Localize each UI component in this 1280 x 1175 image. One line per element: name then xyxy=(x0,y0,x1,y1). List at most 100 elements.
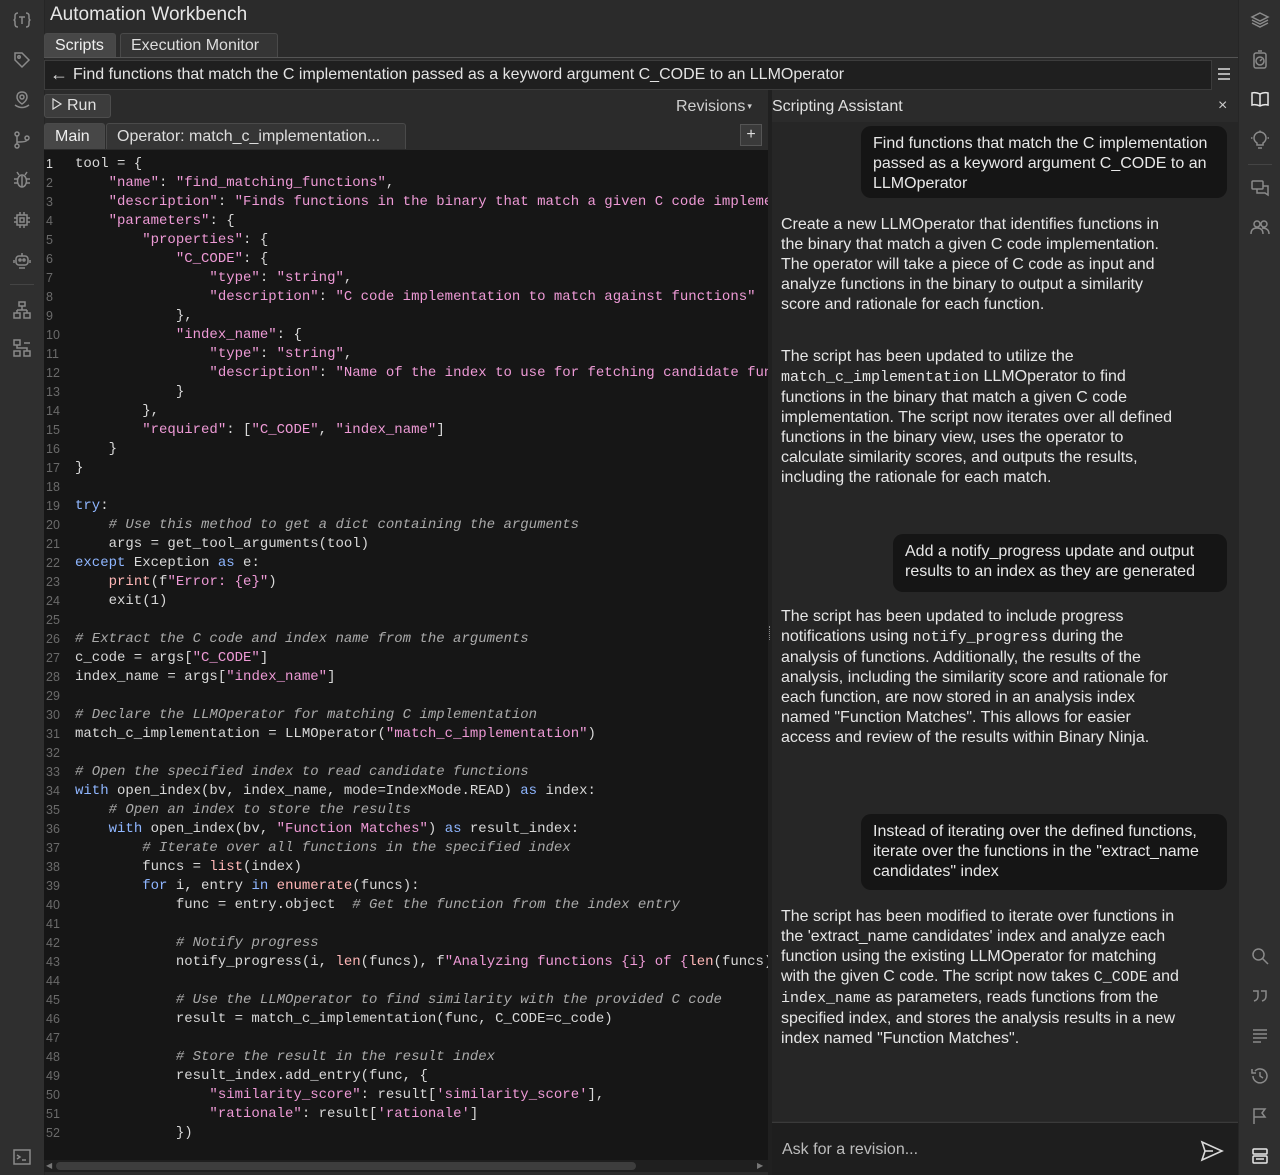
location-pin-icon[interactable] xyxy=(12,90,32,110)
code-line[interactable]: 23 print(f"Error: {e}") xyxy=(44,573,768,592)
code-line[interactable]: 22 except Exception as e: xyxy=(44,554,768,573)
code-line[interactable]: 1 tool = { xyxy=(44,155,768,174)
code-token: ) xyxy=(427,821,445,837)
code-line[interactable]: 31 match_c_implementation = LLMOperator("… xyxy=(44,725,768,744)
query-text[interactable]: Find functions that match the C implemen… xyxy=(73,66,844,84)
code-line[interactable]: 52 }) xyxy=(44,1124,768,1143)
hamburger-menu-icon[interactable] xyxy=(1216,66,1232,82)
code-line[interactable]: 38 funcs = list(index) xyxy=(44,858,768,877)
code-line[interactable]: 44 xyxy=(44,972,768,991)
code-line[interactable]: 50 "similarity_score": result['similarit… xyxy=(44,1086,768,1105)
code-line[interactable]: 4 "parameters": { xyxy=(44,212,768,231)
code-line[interactable]: 41 xyxy=(44,915,768,934)
back-arrow-icon[interactable]: ← xyxy=(50,64,68,85)
code-line[interactable]: 20 # Use this method to get a dict conta… xyxy=(44,516,768,535)
code-token: in xyxy=(251,878,269,894)
lightbulb-icon[interactable] xyxy=(1250,130,1270,150)
code-line[interactable]: 2 "name": "find_matching_functions", xyxy=(44,174,768,193)
code-line[interactable]: 24 exit(1) xyxy=(44,592,768,611)
code-line[interactable]: 39 for i, entry in enumerate(funcs): xyxy=(44,877,768,896)
add-tab-button[interactable]: + xyxy=(740,124,762,146)
code-line[interactable]: 21 args = get_tool_arguments(tool) xyxy=(44,535,768,554)
code-line[interactable]: 28 index_name = args["index_name"] xyxy=(44,668,768,687)
history-icon[interactable] xyxy=(1250,1066,1270,1086)
storage-icon[interactable] xyxy=(1250,1146,1270,1166)
code-line[interactable]: 25 xyxy=(44,611,768,630)
code-line[interactable]: 30 # Declare the LLMOperator for matching… xyxy=(44,706,768,725)
code-line[interactable]: 40 func = entry.object # Get the functio… xyxy=(44,896,768,915)
close-icon[interactable]: × xyxy=(1218,97,1227,115)
code-line[interactable]: 11 "type": "string", xyxy=(44,345,768,364)
quote-icon[interactable] xyxy=(1250,986,1270,1006)
code-line[interactable]: 27 c_code = args["C_CODE"] xyxy=(44,649,768,668)
chat-bubbles-icon[interactable] xyxy=(1250,178,1270,198)
send-icon[interactable] xyxy=(1200,1140,1224,1162)
code-line[interactable]: 34 with open_index(bv, index_name, mode=I… xyxy=(44,782,768,801)
code-line[interactable]: 26 # Extract the C code and index name fr… xyxy=(44,630,768,649)
robot-icon[interactable] xyxy=(12,250,32,270)
code-line[interactable]: 13 } xyxy=(44,383,768,402)
bug-icon[interactable] xyxy=(12,170,32,190)
code-line[interactable]: 32 xyxy=(44,744,768,763)
scroll-left-icon[interactable]: ◀ xyxy=(46,1161,52,1170)
editor-tab-operator[interactable]: Operator: match_c_implementation... xyxy=(106,123,406,149)
code-line[interactable]: 48 # Store the result in the result inde… xyxy=(44,1048,768,1067)
code-line[interactable]: 7 "type": "string", xyxy=(44,269,768,288)
revisions-dropdown[interactable]: Revisions ▾ xyxy=(676,98,752,116)
code-line[interactable]: 33 # Open the specified index to read can… xyxy=(44,763,768,782)
stopwatch-icon[interactable] xyxy=(1250,50,1270,70)
code-line[interactable]: 45 # Use the LLMOperator to find similar… xyxy=(44,991,768,1010)
code-token: : [ xyxy=(226,422,252,438)
book-open-icon[interactable] xyxy=(1250,89,1270,109)
tab-execution-monitor[interactable]: Execution Monitor xyxy=(120,33,278,57)
code-line[interactable]: 42 # Notify progress xyxy=(44,934,768,953)
flag-icon[interactable] xyxy=(1250,1106,1270,1126)
hierarchy-compare-icon[interactable] xyxy=(12,338,32,358)
terminal-icon[interactable] xyxy=(12,1147,32,1167)
code-line[interactable]: 49 result_index.add_entry(func, { xyxy=(44,1067,768,1086)
tag-icon[interactable] xyxy=(12,50,32,70)
code-line[interactable]: 10 "index_name": { xyxy=(44,326,768,345)
tab-scripts[interactable]: Scripts xyxy=(44,33,116,57)
line-number: 7 xyxy=(46,271,53,285)
editor-tab-main[interactable]: Main xyxy=(44,123,105,149)
code-line[interactable]: 9 }, xyxy=(44,307,768,326)
code-line[interactable]: 17} xyxy=(44,459,768,478)
code-line[interactable]: 29 xyxy=(44,687,768,706)
layers-icon[interactable] xyxy=(1250,10,1270,30)
code-line[interactable]: 3 "description": "Finds functions in the… xyxy=(44,193,768,212)
code-line[interactable]: 19 try: xyxy=(44,497,768,516)
code-line[interactable]: 35 # Open an index to store the results xyxy=(44,801,768,820)
message-text: Add a notify_progress update and output … xyxy=(905,543,1195,580)
code-line[interactable]: 12 "description": "Name of the index to … xyxy=(44,364,768,383)
code-line[interactable]: 37 # Iterate over all functions in the s… xyxy=(44,839,768,858)
users-icon[interactable] xyxy=(1250,217,1270,237)
scroll-right-icon[interactable]: ▶ xyxy=(757,1161,763,1170)
code-line[interactable]: 15 "required": ["C_CODE", "index_name"] xyxy=(44,421,768,440)
code-line[interactable]: 51 "rationale": result['rationale'] xyxy=(44,1105,768,1124)
hierarchy-icon[interactable] xyxy=(12,300,32,320)
code-line[interactable]: 18 xyxy=(44,478,768,497)
code-line[interactable]: 14 }, xyxy=(44,402,768,421)
code-line[interactable]: 6 "C_CODE": { xyxy=(44,250,768,269)
revision-input[interactable] xyxy=(780,1134,1184,1166)
code-line[interactable]: 8 "description": "C code implementation … xyxy=(44,288,768,307)
code-editor[interactable]: 1 tool = {2 "name": "find_matching_functi… xyxy=(44,150,768,1160)
scrollbar-thumb[interactable] xyxy=(56,1162,636,1170)
search-icon[interactable] xyxy=(1250,946,1270,966)
code-line[interactable]: 47 xyxy=(44,1029,768,1048)
text-lines-icon[interactable] xyxy=(1250,1026,1270,1046)
code-line[interactable]: 5 "properties": { xyxy=(44,231,768,250)
branch-graph-icon[interactable] xyxy=(12,130,32,150)
chip-icon[interactable] xyxy=(12,210,32,230)
code-line[interactable]: 43 notify_progress(i, len(funcs), f"Anal… xyxy=(44,953,768,972)
code-line[interactable]: 46 result = match_c_implementation(func,… xyxy=(44,1010,768,1029)
divider xyxy=(10,284,34,285)
line-number: 5 xyxy=(46,233,53,247)
code-line[interactable]: 16 } xyxy=(44,440,768,459)
type-braces-icon[interactable] xyxy=(12,10,32,30)
code-line[interactable]: 36 with open_index(bv, "Function Matches… xyxy=(44,820,768,839)
run-button[interactable]: Run xyxy=(44,94,111,118)
code-token: e: xyxy=(234,555,260,571)
code-text: # Store the result in the result index xyxy=(75,1048,495,1067)
